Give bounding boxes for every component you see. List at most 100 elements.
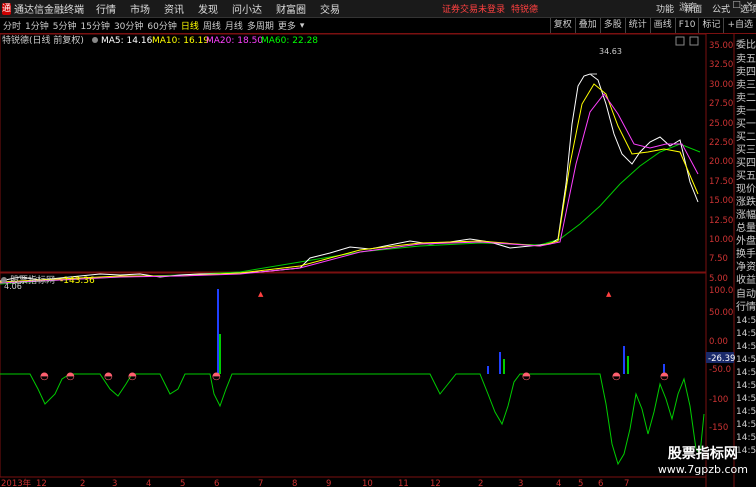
tick-time: 14:56 (736, 420, 756, 430)
date-tick: 2 (80, 479, 85, 487)
quote-row: 涨幅 (736, 208, 756, 221)
tool-multi-stock[interactable]: 多股 (599, 18, 625, 33)
watermark-title: 股票指标网 (667, 446, 738, 462)
date-tick: 4 (556, 479, 561, 487)
period-1min[interactable]: 1分钟 (25, 19, 49, 32)
date-tick: 5 (578, 479, 583, 487)
signal-marker-icon: ◓ (128, 371, 137, 382)
tick-panel-label[interactable]: 自动 (736, 287, 756, 300)
quote-header: 委比 (736, 38, 756, 51)
menu-wealth[interactable]: 财富圈 (276, 1, 306, 16)
date-tick: 6 (598, 479, 603, 487)
quote-row: 现价 (736, 183, 756, 195)
signal-marker-icon: ◓ (660, 371, 669, 382)
period-intraday[interactable]: 分时 (3, 19, 21, 32)
tool-draw[interactable]: 画线 (649, 18, 675, 33)
menu-ask[interactable]: 问小达 (232, 1, 262, 16)
price-tick: 12.50 (709, 216, 733, 226)
tick-time: 14:56 (736, 355, 756, 365)
period-monthly[interactable]: 月线 (225, 19, 243, 32)
price-tick: 25.00 (709, 119, 733, 129)
ma10-label: MA10: 16.19 (152, 36, 209, 46)
date-tick: 12 (430, 479, 441, 487)
tool-overlay[interactable]: 叠加 (574, 18, 600, 33)
period-5min[interactable]: 5分钟 (53, 19, 77, 32)
date-tick: 8 (292, 479, 297, 487)
info-dot-icon[interactable] (92, 37, 98, 43)
menu-market[interactable]: 市场 (130, 1, 150, 16)
tool-mark[interactable]: 标记 (698, 18, 723, 33)
close-icon[interactable]: × (743, 0, 756, 13)
signal-marker-icon: ◓ (104, 371, 113, 382)
signal-marker-icon: ◓ (612, 371, 621, 382)
guest-label[interactable]: 游客 (679, 0, 697, 13)
price-panel[interactable] (0, 34, 707, 273)
kline-chart[interactable]: 特锐德(日线 前复权) MA5: 14.16 MA10: 16.19 MA20:… (0, 34, 756, 487)
quote-row: 买四 (736, 157, 756, 169)
indicator-title: 股票指标网 (10, 274, 55, 286)
tick-time: 14:56 (736, 329, 756, 339)
stock-title: 特锐德(日线 前复权) (2, 34, 84, 46)
price-axis: 35.00 32.50 30.00 27.50 25.00 22.50 20.0… (709, 41, 733, 284)
tick-time: 14:56 (736, 407, 756, 417)
indicator-dot-icon[interactable] (1, 277, 7, 283)
indicator-tick: 0.00 (709, 337, 728, 347)
price-tick: 30.00 (709, 80, 733, 90)
login-warning[interactable]: 证券交易未登录 (442, 2, 505, 15)
period-multi[interactable]: 多周期 (247, 19, 274, 32)
app-title: 通达信金融终端 (14, 5, 85, 16)
quote-row: 买二 (736, 131, 756, 143)
period-30min[interactable]: 30分钟 (114, 19, 143, 32)
price-tick: 7.50 (709, 254, 728, 264)
menu-discover[interactable]: 发现 (198, 1, 218, 16)
tick-time: 14:56 (736, 381, 756, 391)
ex-right-marker-icon: ▲ (606, 290, 612, 298)
quote-row: 卖三 (736, 79, 756, 91)
period-toolbar: 分时 1分钟 5分钟 15分钟 30分钟 60分钟 日线 周线 月线 多周期 更… (0, 18, 756, 34)
menu-trade[interactable]: 交易 (320, 1, 340, 16)
price-tick: 5.00 (709, 274, 728, 284)
quote-row: 买五 (736, 170, 756, 182)
date-tick: 4 (146, 479, 151, 487)
menu-news[interactable]: 资讯 (164, 1, 184, 16)
price-tick: 15.00 (709, 196, 733, 206)
quote-panel: 委比 卖五 卖四 卖三 卖二 卖一 买一 买二 买三 买四 买五 现价 涨跌 涨… (736, 38, 756, 456)
date-tick: 9 (326, 479, 331, 487)
quote-row: 收益 (736, 273, 756, 286)
tool-add-watchlist[interactable]: +自选 (723, 18, 756, 33)
ma20-label: MA20: 18.50 (206, 36, 263, 46)
minimize-icon[interactable]: _ (717, 0, 730, 13)
period-more[interactable]: 更多 (278, 19, 296, 32)
current-indicator-value: -26.39 (708, 354, 735, 364)
stock-name-label: 特锐德 (511, 5, 539, 15)
date-tick: 5 (180, 479, 185, 487)
quote-row: 买一 (736, 118, 756, 130)
date-tick: 2 (478, 479, 483, 487)
tool-f10[interactable]: F10 (674, 18, 699, 33)
menu-quotes[interactable]: 行情 (96, 1, 116, 16)
maximize-icon[interactable]: □ (730, 0, 743, 13)
app-logo-icon: 通 (2, 2, 12, 15)
dropdown-arrow-icon[interactable]: ▾ (300, 21, 305, 31)
period-15min[interactable]: 15分钟 (80, 19, 109, 32)
quote-row: 卖五 (736, 53, 756, 65)
tool-adjust[interactable]: 复权 (549, 18, 575, 33)
tool-stats[interactable]: 统计 (624, 18, 650, 33)
quote-row: 总量 (736, 221, 756, 234)
period-weekly[interactable]: 周线 (203, 19, 221, 32)
quote-row: 换手 (736, 247, 756, 260)
ma60-label: MA60: 22.28 (261, 36, 318, 46)
indicator-tick: -150 (709, 423, 728, 433)
tick-time: 14:56 (736, 342, 756, 352)
menu-function[interactable]: 功能 (656, 2, 674, 15)
date-tick: 2013年 (1, 478, 32, 487)
quote-row: 买三 (736, 144, 756, 156)
indicator-axis: 100.0 50.00 0.00 -50.0 -100 -150 -26.39 (706, 286, 735, 433)
price-tick: 32.50 (709, 60, 733, 70)
date-tick: 11 (398, 479, 409, 487)
period-daily[interactable]: 日线 (181, 19, 199, 32)
indicator-tick: -100 (709, 395, 728, 405)
period-60min[interactable]: 60分钟 (147, 19, 176, 32)
tick-time: 14:56 (736, 394, 756, 404)
quote-row: 卖四 (736, 66, 756, 78)
